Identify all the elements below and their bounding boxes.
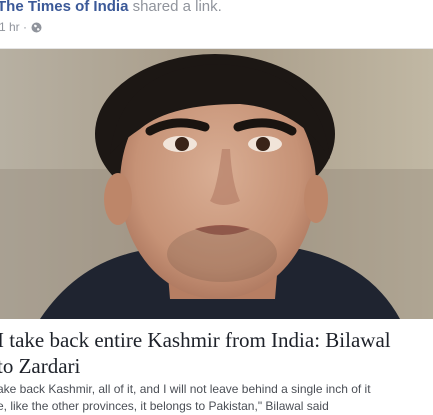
post-meta: 1 hr · [0,20,42,34]
post-timestamp[interactable]: 1 hr · [0,20,27,34]
globe-icon[interactable] [31,22,42,33]
shared-link-card[interactable]: I take back entire Kashmir from India: B… [0,48,433,413]
post-headline: The Times of India shared a link. [0,0,222,15]
link-image[interactable] [0,49,433,319]
post-header: The Times of India shared a link. 1 hr · [0,0,433,46]
post-action-text: shared a link. [132,0,222,15]
link-title[interactable]: I take back entire Kashmir from India: B… [0,327,433,379]
page-name-link[interactable]: The Times of India [0,0,128,15]
